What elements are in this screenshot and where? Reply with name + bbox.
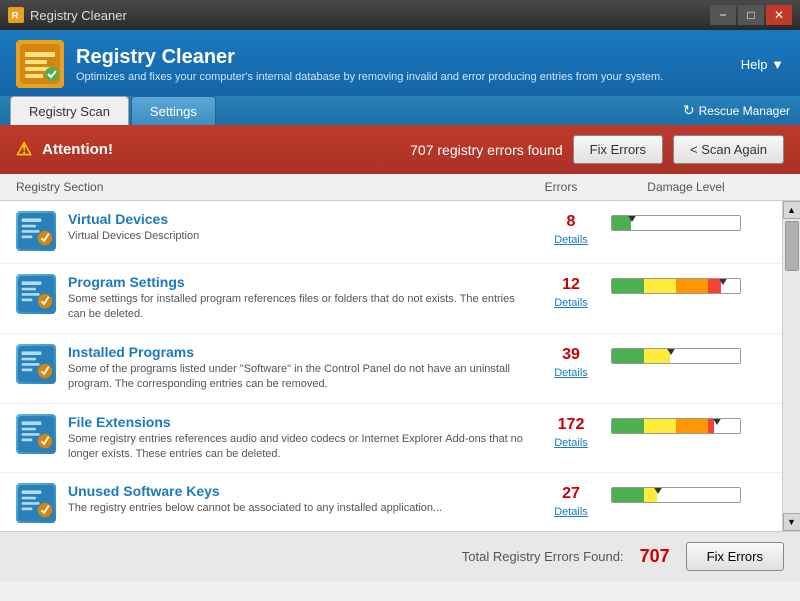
content-area: Virtual Devices Virtual Devices Descript…: [0, 201, 800, 531]
list-item: Program Settings Some settings for insta…: [0, 264, 782, 334]
window-title: Registry Cleaner: [30, 8, 127, 23]
details-link-program-settings[interactable]: Details: [554, 297, 588, 309]
item-desc-virtual-devices: Virtual Devices Description: [68, 229, 531, 244]
rescue-icon: ↻: [683, 102, 695, 119]
item-damage-program-settings: [611, 274, 766, 294]
error-count-program-settings: 12: [531, 276, 611, 294]
alert-bold-text: Attention!: [42, 141, 396, 158]
item-errors-installed-programs: 39 Details: [531, 344, 611, 379]
item-desc-installed-programs: Some of the programs listed under "Softw…: [68, 362, 531, 393]
item-title-installed-programs[interactable]: Installed Programs: [68, 344, 531, 360]
list-item: Virtual Devices Virtual Devices Descript…: [0, 201, 782, 264]
footer-error-count: 707: [640, 546, 670, 567]
alert-icon: ⚠: [16, 139, 32, 160]
footer: Total Registry Errors Found: 707 Fix Err…: [0, 531, 800, 581]
items-list: Virtual Devices Virtual Devices Descript…: [0, 201, 782, 531]
details-link-installed-programs[interactable]: Details: [554, 367, 588, 379]
fix-errors-button[interactable]: Fix Errors: [573, 135, 663, 164]
app-subtitle: Optimizes and fixes your computer's inte…: [76, 71, 663, 83]
tab-settings[interactable]: Settings: [131, 96, 216, 125]
list-item: Unused Software Keys The registry entrie…: [0, 473, 782, 531]
details-link-file-extensions[interactable]: Details: [554, 437, 588, 449]
item-icon-installed-programs: [16, 344, 58, 386]
item-errors-virtual-devices: 8 Details: [531, 211, 611, 246]
item-icon-program-settings: [16, 274, 58, 316]
item-damage-file-extensions: [611, 414, 766, 434]
details-link-virtual-devices[interactable]: Details: [554, 234, 588, 246]
rescue-manager-button[interactable]: ↻ Rescue Manager: [683, 102, 790, 125]
footer-label: Total Registry Errors Found:: [462, 549, 624, 564]
title-bar-left: R Registry Cleaner: [8, 7, 127, 23]
item-errors-unused-software-keys: 27 Details: [531, 483, 611, 518]
close-button[interactable]: ✕: [766, 5, 792, 25]
item-title-file-extensions[interactable]: File Extensions: [68, 414, 531, 430]
item-info-file-extensions: File Extensions Some registry entries re…: [68, 414, 531, 463]
scan-again-button[interactable]: < Scan Again: [673, 135, 784, 164]
maximize-button[interactable]: □: [738, 5, 764, 25]
item-icon-unused-software-keys: [16, 483, 58, 525]
list-item: Installed Programs Some of the programs …: [0, 334, 782, 404]
scrollbar[interactable]: ▲ ▼: [782, 201, 800, 531]
list-item: File Extensions Some registry entries re…: [0, 404, 782, 474]
app-title: Registry Cleaner: [76, 46, 663, 69]
item-desc-unused-software-keys: The registry entries below cannot be ass…: [68, 501, 531, 516]
col-damage-header: Damage Level: [606, 180, 766, 194]
item-info-program-settings: Program Settings Some settings for insta…: [68, 274, 531, 323]
error-count-unused-software-keys: 27: [531, 485, 611, 503]
item-info-unused-software-keys: Unused Software Keys The registry entrie…: [68, 483, 531, 516]
title-bar: R Registry Cleaner − □ ✕: [0, 0, 800, 30]
error-count-installed-programs: 39: [531, 346, 611, 364]
item-icon-file-extensions: [16, 414, 58, 456]
item-icon-virtual-devices: [16, 211, 58, 253]
item-info-virtual-devices: Virtual Devices Virtual Devices Descript…: [68, 211, 531, 244]
item-errors-file-extensions: 172 Details: [531, 414, 611, 449]
scroll-thumb[interactable]: [785, 221, 799, 271]
details-link-unused-software-keys[interactable]: Details: [554, 506, 588, 518]
item-title-program-settings[interactable]: Program Settings: [68, 274, 531, 290]
item-title-unused-software-keys[interactable]: Unused Software Keys: [68, 483, 531, 499]
minimize-button[interactable]: −: [710, 5, 736, 25]
window-controls: − □ ✕: [710, 5, 792, 25]
item-damage-virtual-devices: [611, 211, 766, 231]
alert-bar: ⚠ Attention! 707 registry errors found F…: [0, 125, 800, 174]
header-text: Registry Cleaner Optimizes and fixes you…: [76, 46, 663, 83]
error-count-virtual-devices: 8: [531, 213, 611, 231]
header-left: Registry Cleaner Optimizes and fixes you…: [16, 40, 663, 88]
tabs: Registry Scan Settings: [10, 96, 216, 125]
col-errors-header: Errors: [516, 180, 606, 194]
alert-message: 707 registry errors found: [410, 142, 563, 158]
item-desc-file-extensions: Some registry entries references audio a…: [68, 432, 531, 463]
item-errors-program-settings: 12 Details: [531, 274, 611, 309]
product-icon: [16, 40, 64, 88]
item-damage-unused-software-keys: [611, 483, 766, 503]
col-section-header: Registry Section: [16, 180, 516, 194]
footer-fix-errors-button[interactable]: Fix Errors: [686, 542, 784, 571]
scroll-down-arrow[interactable]: ▼: [783, 513, 800, 531]
item-desc-program-settings: Some settings for installed program refe…: [68, 292, 531, 323]
help-button[interactable]: Help ▼: [741, 57, 784, 72]
tab-bar: Registry Scan Settings ↻ Rescue Manager: [0, 96, 800, 125]
app-icon: R: [8, 7, 24, 23]
item-title-virtual-devices[interactable]: Virtual Devices: [68, 211, 531, 227]
item-damage-installed-programs: [611, 344, 766, 364]
item-info-installed-programs: Installed Programs Some of the programs …: [68, 344, 531, 393]
header: Registry Cleaner Optimizes and fixes you…: [0, 30, 800, 96]
svg-text:R: R: [12, 11, 19, 22]
error-count-file-extensions: 172: [531, 416, 611, 434]
column-headers: Registry Section Errors Damage Level: [0, 174, 800, 201]
tab-registry-scan[interactable]: Registry Scan: [10, 96, 129, 125]
scroll-up-arrow[interactable]: ▲: [783, 201, 800, 219]
